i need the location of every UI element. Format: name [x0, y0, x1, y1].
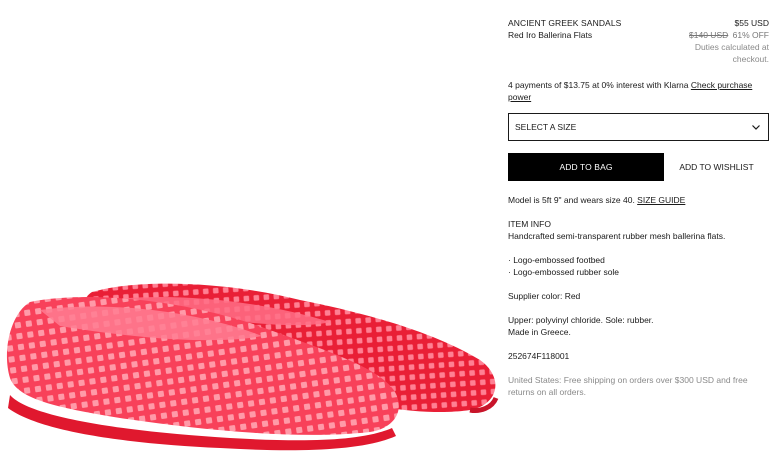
shoe-illustration: [6, 283, 499, 451]
klarna-text: 4 payments of $13.75 at 0% interest with…: [508, 80, 691, 90]
materials-text: Upper: polyvinyl chloride. Sole: rubber.: [508, 315, 654, 325]
model-text: Model is 5ft 9" and wears size 40.: [508, 195, 638, 205]
add-to-bag-button[interactable]: ADD TO BAG: [508, 153, 664, 181]
feature-item: · Logo-embossed rubber sole: [508, 267, 620, 277]
origin-text: Made in Greece.: [508, 327, 571, 337]
model-info: Model is 5ft 9" and wears size 40. SIZE …: [508, 194, 769, 206]
sku-number: 252674F118001: [508, 351, 570, 361]
size-select[interactable]: SELECT A SIZE: [508, 113, 769, 141]
size-guide-link[interactable]: SIZE GUIDE: [637, 195, 685, 205]
product-details: ANCIENT GREEK SANDALS $55 USD Red Iro Ba…: [508, 17, 769, 398]
discount-badge: 61% OFF: [732, 30, 769, 40]
chevron-down-icon: [752, 125, 760, 130]
shipping-info: United States: Free shipping on orders o…: [508, 375, 748, 397]
brand-name[interactable]: ANCIENT GREEK SANDALS: [508, 17, 621, 29]
klarna-info: 4 payments of $13.75 at 0% interest with…: [508, 79, 769, 103]
feature-item: · Logo-embossed footbed: [508, 255, 605, 265]
product-image[interactable]: [0, 0, 500, 474]
add-to-wishlist-button[interactable]: ADD TO WISHLIST: [664, 162, 769, 172]
size-select-label: SELECT A SIZE: [515, 122, 577, 132]
supplier-color: Supplier color: Red: [508, 291, 581, 301]
materials-section: Upper: polyvinyl chloride. Sole: rubber.…: [508, 314, 769, 338]
sale-price: $55 USD: [734, 18, 770, 28]
product-name: Red Iro Ballerina Flats: [508, 30, 593, 40]
original-price: $140 USD: [689, 30, 729, 40]
item-description: Handcrafted semi-transparent rubber mesh…: [508, 231, 726, 241]
item-info-section: ITEM INFO Handcrafted semi-transparent r…: [508, 218, 769, 242]
duties-note: Duties calculated at checkout.: [694, 42, 769, 64]
item-info-heading: ITEM INFO: [508, 219, 551, 229]
feature-list: · Logo-embossed footbed · Logo-embossed …: [508, 254, 769, 278]
